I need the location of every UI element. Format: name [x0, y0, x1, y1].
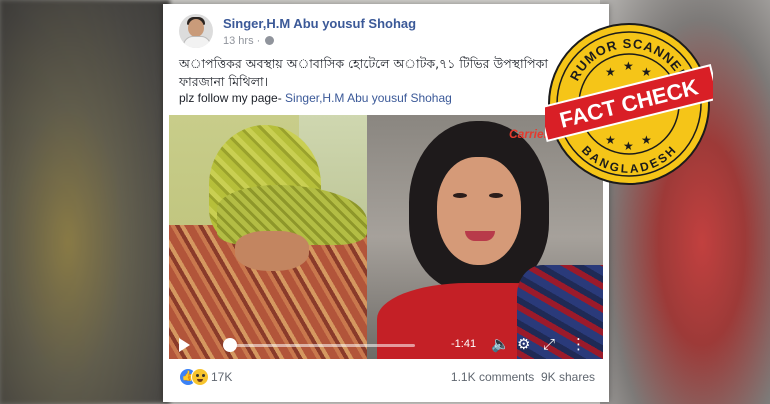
video-player[interactable]: Carrier City — [169, 115, 603, 359]
star-icon: ★ — [605, 65, 616, 79]
video-progress-track[interactable] — [225, 344, 415, 347]
facebook-post-card: Singer,H.M Abu yousuf Shohag 13 hrs · অা… — [163, 4, 609, 402]
fact-check-stamp: RUMOR SCANNER BANGLADESH ★ ★ ★ ★ ★ ★ FAC… — [545, 20, 713, 188]
post-meta: 13 hrs · — [223, 35, 275, 47]
reaction-count[interactable]: 17K — [211, 370, 232, 384]
post-text: অাপত্তিকর অবস্থায় অাবাসিক হোটেলে অাটক,৭… — [179, 55, 595, 91]
video-controls: -1:41 🔈 ⚙ ⤢ ⋮ — [169, 331, 603, 359]
star-icon: ★ — [605, 133, 616, 147]
post-text-line-1: অাপত্তিকর অবস্থায় অাবাসিক হোটেলে অাটক,৭… — [179, 56, 549, 71]
play-icon[interactable] — [179, 338, 190, 352]
follow-prefix: plz follow my page- — [179, 91, 286, 105]
video-left-image — [169, 115, 367, 359]
globe-icon — [265, 36, 275, 45]
star-icon: ★ — [641, 133, 652, 147]
follow-page-link[interactable]: Singer,H.M Abu yousuf Shohag — [285, 91, 452, 105]
comments-count[interactable]: 1.1K comments — [451, 370, 534, 384]
star-icon: ★ — [641, 65, 652, 79]
author-avatar[interactable] — [179, 14, 213, 48]
post-stats: 1.1K comments 9K shares — [451, 370, 595, 384]
haha-reaction-icon — [191, 368, 209, 386]
stamp-graphic: RUMOR SCANNER BANGLADESH ★ ★ ★ ★ ★ ★ FAC… — [545, 23, 713, 185]
post-footer: 👍 17K 1.1K comments 9K shares — [179, 366, 595, 390]
star-icon: ★ — [623, 139, 634, 153]
volume-icon[interactable]: 🔈 — [491, 336, 510, 354]
settings-icon[interactable]: ⚙ — [517, 336, 530, 354]
shares-count[interactable]: 9K shares — [541, 370, 595, 384]
video-time-remaining: -1:41 — [451, 338, 477, 350]
star-icon: ★ — [623, 59, 634, 73]
video-progress-knob[interactable] — [223, 338, 237, 352]
post-text-line-2: ফারজানা মিথিলা। — [179, 74, 269, 89]
background-left-blur — [0, 0, 170, 404]
fullscreen-icon[interactable]: ⤢ — [543, 336, 555, 354]
reactions[interactable]: 👍 — [179, 368, 213, 386]
author-name[interactable]: Singer,H.M Abu yousuf Shohag — [223, 16, 416, 31]
post-time[interactable]: 13 hrs · — [223, 35, 260, 47]
follow-line: plz follow my page- Singer,H.M Abu yousu… — [179, 91, 452, 105]
more-icon[interactable]: ⋮ — [571, 336, 586, 354]
